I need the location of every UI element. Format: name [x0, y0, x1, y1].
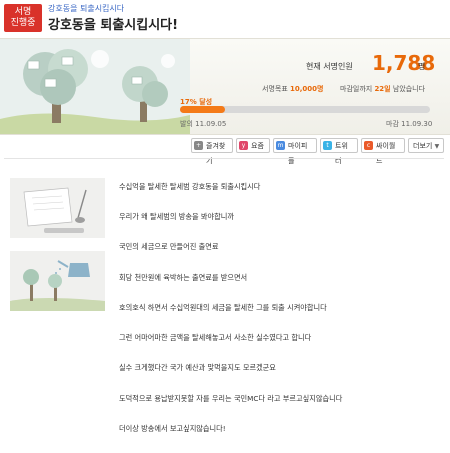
goal-info: 서명목표 10,000명 — [262, 84, 323, 94]
petition-line-7: 실수 크게했다간 국가 예산과 맞먹을지도 모르겠군요 — [119, 363, 276, 372]
deadline-info: 마감일까지 22일 남았습니다 — [340, 84, 425, 94]
goal-label: 서명목표 — [262, 85, 288, 93]
mypeople-icon: m — [276, 141, 285, 150]
mypeople-label: 마이피플 — [288, 142, 308, 165]
bookmark-label: 즐겨찾기 — [206, 142, 226, 165]
petition-line-6: 그런 어마어마한 금액을 탈세해놓고서 사소한 실수였다고 합니다 — [119, 333, 312, 342]
yozm-icon: y — [239, 141, 248, 150]
end-date: 11.09.30 — [401, 120, 433, 128]
petition-line-2: 우리가 왜 탈세범의 방송을 봐야합니까 — [119, 212, 234, 221]
current-count-unit: 명 — [418, 62, 426, 71]
petition-banner: 현재 서명인원 1,788 명 서명목표 10,000명 마감일까지 22일 남… — [0, 38, 450, 135]
start-date-info: 발의 11.09.05 — [180, 119, 226, 129]
more-label: 더보기 — [413, 142, 433, 150]
tree-illustration — [0, 39, 190, 134]
end-date-info: 마감 11.09.30 — [386, 119, 432, 129]
bookmark-button[interactable]: + 즐겨찾기 — [191, 138, 233, 165]
status-badge: 서명 진행중 — [4, 4, 42, 32]
end-label: 마감 — [386, 120, 399, 128]
days-label: 마감일까지 — [340, 85, 373, 93]
yozm-label: 요즘 — [251, 142, 264, 150]
goal-value: 10,000명 — [290, 85, 324, 93]
petition-line-5: 호의호식 하면서 수십억원대의 세금을 탈세한 그를 퇴출 시켜야합니다 — [119, 303, 327, 312]
days-value: 22일 — [374, 85, 391, 93]
cyworld-label: 싸이월드 — [376, 142, 396, 165]
petition-line-4: 회당 천만원에 육박하는 출연료를 받으면서 — [119, 273, 248, 282]
breadcrumb[interactable]: 강호동을 퇴출시킵시다 — [48, 3, 124, 14]
badge-line-2: 진행중 — [10, 18, 36, 28]
petition-line-8: 도덕적으로 용납받지못할 자를 우리는 국민MC다 라고 부르고싶지않습니다 — [119, 394, 343, 403]
petition-line-3: 국민의 세금으로 만들어진 출연료 — [119, 242, 219, 251]
share-twitter-button[interactable]: t 트위터 — [320, 138, 358, 165]
share-cyworld-button[interactable]: c 싸이월드 — [361, 138, 405, 165]
more-button[interactable]: 더보기 ▼ — [408, 138, 444, 153]
document-pen-illustration — [10, 178, 105, 238]
chevron-down-icon: ▼ — [434, 143, 440, 150]
twitter-icon: t — [323, 141, 332, 150]
share-mypeople-button[interactable]: m 마이피플 — [273, 138, 317, 165]
start-label: 발의 — [180, 120, 193, 128]
plus-icon: + — [194, 141, 203, 150]
badge-line-1: 서명 — [14, 7, 32, 17]
divider — [4, 158, 444, 159]
twitter-label: 트위터 — [335, 142, 348, 165]
petition-line-1: 수십억을 탈세한 탈세범 강호동을 퇴출시킵시다 — [119, 182, 261, 191]
current-count-label: 현재 서명인원 — [306, 62, 353, 71]
watering-can-illustration — [10, 251, 105, 311]
start-date: 11.09.05 — [195, 120, 227, 128]
progress-fill — [180, 106, 225, 113]
days-suffix: 남았습니다 — [392, 85, 426, 93]
progress-bar — [180, 106, 430, 113]
current-count: 1,788 — [372, 51, 436, 75]
page-title: 강호동을 퇴출시킵시다! — [48, 18, 179, 33]
petition-line-9: 더이상 방송에서 보고싶지않습니다! — [119, 424, 226, 433]
cyworld-icon: c — [364, 141, 373, 150]
share-yozm-button[interactable]: y 요즘 — [236, 138, 270, 153]
